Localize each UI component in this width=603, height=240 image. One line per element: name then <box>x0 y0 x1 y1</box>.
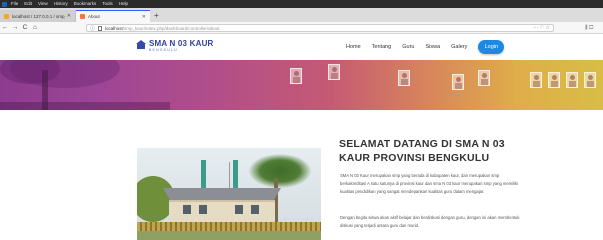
school-building-icon <box>136 40 146 49</box>
os-logo-icon[interactable] <box>2 1 7 7</box>
welcome-title: SELAMAT DATANG DI SMA N 03 KAUR PROVINSI… <box>339 138 505 164</box>
menu-view[interactable]: View <box>38 0 48 8</box>
new-tab-button[interactable]: + <box>154 10 159 22</box>
tab-phpmyadmin[interactable]: localhost / 127.0.0.1 / smp_ku... ✕ <box>0 10 76 22</box>
reload-button[interactable]: C <box>20 22 30 34</box>
menu-file[interactable]: File <box>11 0 18 8</box>
tab-title: About <box>88 14 100 19</box>
hero-banner <box>0 60 603 110</box>
login-button[interactable]: Login <box>478 40 505 54</box>
os-menu: File Edit View History Bookmarks Tools H… <box>11 0 128 8</box>
nav-galery[interactable]: Galery <box>451 40 467 54</box>
student-photo <box>566 72 578 88</box>
student-photo <box>584 72 596 88</box>
menu-history[interactable]: History <box>54 0 68 8</box>
school-photo <box>137 148 321 240</box>
phpmyadmin-favicon-icon <box>4 13 9 19</box>
page-actions[interactable]: ··· ♡ ☆ <box>533 25 550 31</box>
home-button[interactable]: ⌂ <box>30 22 40 34</box>
browser-tab-strip: localhost / 127.0.0.1 / smp_ku... ✕ Abou… <box>0 8 603 22</box>
info-icon[interactable]: ⓘ <box>90 25 95 32</box>
student-photo <box>530 72 542 88</box>
os-menu-bar: File Edit View History Bookmarks Tools H… <box>0 0 603 8</box>
student-photo <box>398 70 410 86</box>
nav-guru[interactable]: Guru <box>402 40 414 54</box>
tab-close-icon[interactable]: ✕ <box>142 14 146 20</box>
site-logo[interactable]: SMA N 03 KAUR BENGKULU <box>136 39 214 53</box>
student-photo <box>478 70 490 86</box>
welcome-paragraph-2: Dengan begitu siswa akan aktif belajar d… <box>340 215 520 229</box>
back-button[interactable]: ← <box>0 22 10 34</box>
menu-tools[interactable]: Tools <box>102 0 113 8</box>
url-host: localhost <box>105 25 123 31</box>
page-icon <box>98 25 103 31</box>
nav-siswa[interactable]: Siswa <box>425 40 440 54</box>
url-text[interactable]: localhost/smp_kaur/index.php/dashboard/c… <box>105 26 533 31</box>
site-favicon-icon <box>80 14 85 19</box>
site-header: SMA N 03 KAUR BENGKULU Home Tentang Guru… <box>0 34 603 60</box>
welcome-paragraph-1: SMA N 03 Kaur merupakan smp yang berada … <box>340 173 519 195</box>
menu-edit[interactable]: Edit <box>24 0 32 8</box>
nav-home[interactable]: Home <box>346 40 361 54</box>
tab-close-icon[interactable]: ✕ <box>67 13 71 19</box>
browser-nav-bar: ← → C ⌂ ⓘ localhost/smp_kaur/index.php/d… <box>0 22 603 34</box>
site-nav: Home Tentang Guru Siswa Galery Login <box>346 40 505 54</box>
tab-about[interactable]: About ✕ <box>76 10 150 22</box>
student-photo <box>548 72 560 88</box>
logo-name: SMA N 03 KAUR <box>149 39 214 48</box>
forward-button[interactable]: → <box>10 22 20 34</box>
menu-bookmarks[interactable]: Bookmarks <box>74 0 97 8</box>
nav-tentang[interactable]: Tentang <box>372 40 392 54</box>
logo-subtitle: BENGKULU <box>149 48 178 52</box>
url-path: /smp_kaur/index.php/dashboard/controller… <box>122 25 220 31</box>
menu-help[interactable]: Help <box>119 0 128 8</box>
student-photo <box>290 68 302 84</box>
tab-title: localhost / 127.0.0.1 / smp_ku... <box>12 13 65 19</box>
toolbar-right-icons[interactable]: ⫼ ▢ <box>585 22 593 34</box>
student-photo <box>328 64 340 80</box>
address-bar[interactable]: ⓘ localhost/smp_kaur/index.php/dashboard… <box>86 24 554 32</box>
student-photo <box>452 74 464 90</box>
